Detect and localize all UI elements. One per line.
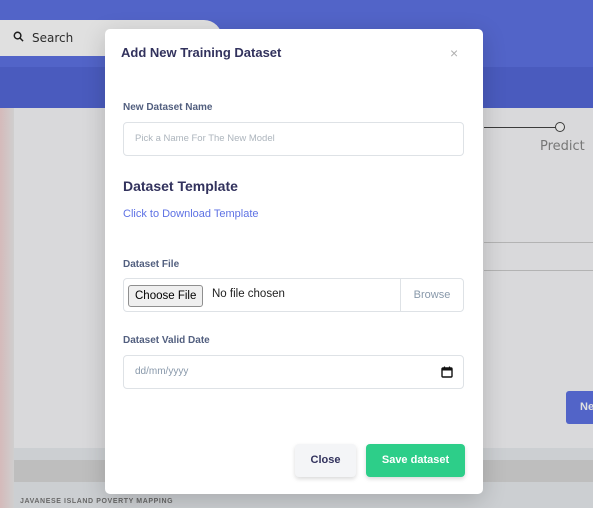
add-dataset-modal: Add New Training Dataset × New Dataset N… xyxy=(105,29,483,494)
dataset-file-input[interactable]: Choose File No file chosen Browse xyxy=(123,278,464,312)
template-heading: Dataset Template xyxy=(123,178,238,194)
dataset-name-placeholder: Pick a Name For The New Model xyxy=(135,133,275,144)
date-placeholder: dd/mm/yyyy xyxy=(135,366,189,377)
browse-button[interactable]: Browse xyxy=(400,279,463,311)
download-template-link[interactable]: Click to Download Template xyxy=(123,208,259,220)
modal-title: Add New Training Dataset xyxy=(121,45,282,60)
valid-date-label: Dataset Valid Date xyxy=(123,335,210,346)
choose-file-button[interactable]: Choose File xyxy=(128,285,204,307)
dataset-name-input[interactable]: Pick a Name For The New Model xyxy=(123,122,464,156)
no-file-text: No file chosen xyxy=(212,288,285,300)
save-dataset-button[interactable]: Save dataset xyxy=(366,444,465,477)
valid-date-input[interactable]: dd/mm/yyyy xyxy=(123,355,464,389)
close-icon[interactable]: × xyxy=(450,45,458,61)
close-button[interactable]: Close xyxy=(295,444,356,477)
dataset-name-label: New Dataset Name xyxy=(123,102,213,113)
calendar-icon[interactable] xyxy=(441,366,453,378)
dataset-file-label: Dataset File xyxy=(123,259,180,270)
